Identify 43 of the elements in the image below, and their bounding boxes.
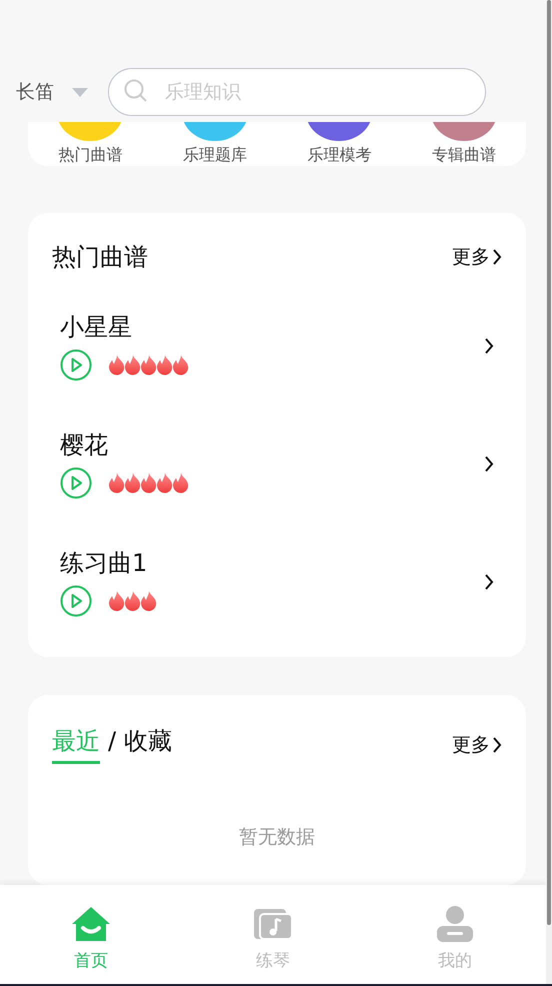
play-icon[interactable]	[60, 349, 92, 381]
flame-icon	[156, 473, 174, 493]
chevron-right-icon	[492, 249, 502, 265]
tab[interactable]: 收藏	[124, 725, 172, 764]
chevron-right-icon	[484, 456, 494, 472]
flame-icon	[172, 473, 190, 493]
tab-separator: /	[108, 727, 116, 757]
section-title: 热门曲谱	[52, 242, 148, 273]
house-icon	[72, 907, 110, 941]
more-link[interactable]: 更多	[452, 732, 502, 758]
category-label[interactable]: 热门曲谱	[58, 145, 122, 166]
score-title: 樱花	[60, 430, 109, 461]
chevron-right-icon	[484, 574, 494, 590]
flame-icon	[124, 591, 142, 611]
chevron-right-icon	[492, 736, 502, 752]
score-item[interactable]: 练习曲1	[52, 537, 502, 627]
flame-icon	[140, 355, 158, 375]
category-label[interactable]: 乐理模考	[307, 145, 372, 166]
category-label[interactable]: 乐理题库	[182, 145, 247, 166]
chevron-right-icon	[484, 338, 494, 354]
scrollbar[interactable]	[547, 0, 551, 925]
flame-icon	[156, 355, 174, 375]
score-item[interactable]: 樱花	[52, 419, 502, 509]
empty-message: 暂无数据	[238, 825, 316, 850]
flame-icon	[172, 355, 190, 375]
flame-icon	[108, 355, 126, 375]
score-item[interactable]: 小星星	[52, 301, 502, 391]
more-link[interactable]: 更多	[452, 244, 502, 270]
play-icon[interactable]	[60, 585, 92, 617]
dropdown-caret-icon[interactable]	[72, 88, 88, 96]
person-icon	[437, 906, 473, 942]
play-icon[interactable]	[60, 467, 92, 499]
instrument-label[interactable]: 长笛	[16, 79, 54, 105]
flame-icon	[124, 473, 142, 493]
flame-icon	[124, 355, 142, 375]
music-folder-icon	[254, 909, 292, 939]
flame-icon	[140, 473, 158, 493]
score-title: 小星星	[60, 312, 133, 343]
flame-icon	[108, 591, 126, 611]
score-title: 练习曲1	[60, 548, 148, 579]
category-label[interactable]: 专辑曲谱	[432, 145, 496, 166]
flame-icon	[140, 591, 158, 611]
flame-icon	[108, 473, 126, 493]
